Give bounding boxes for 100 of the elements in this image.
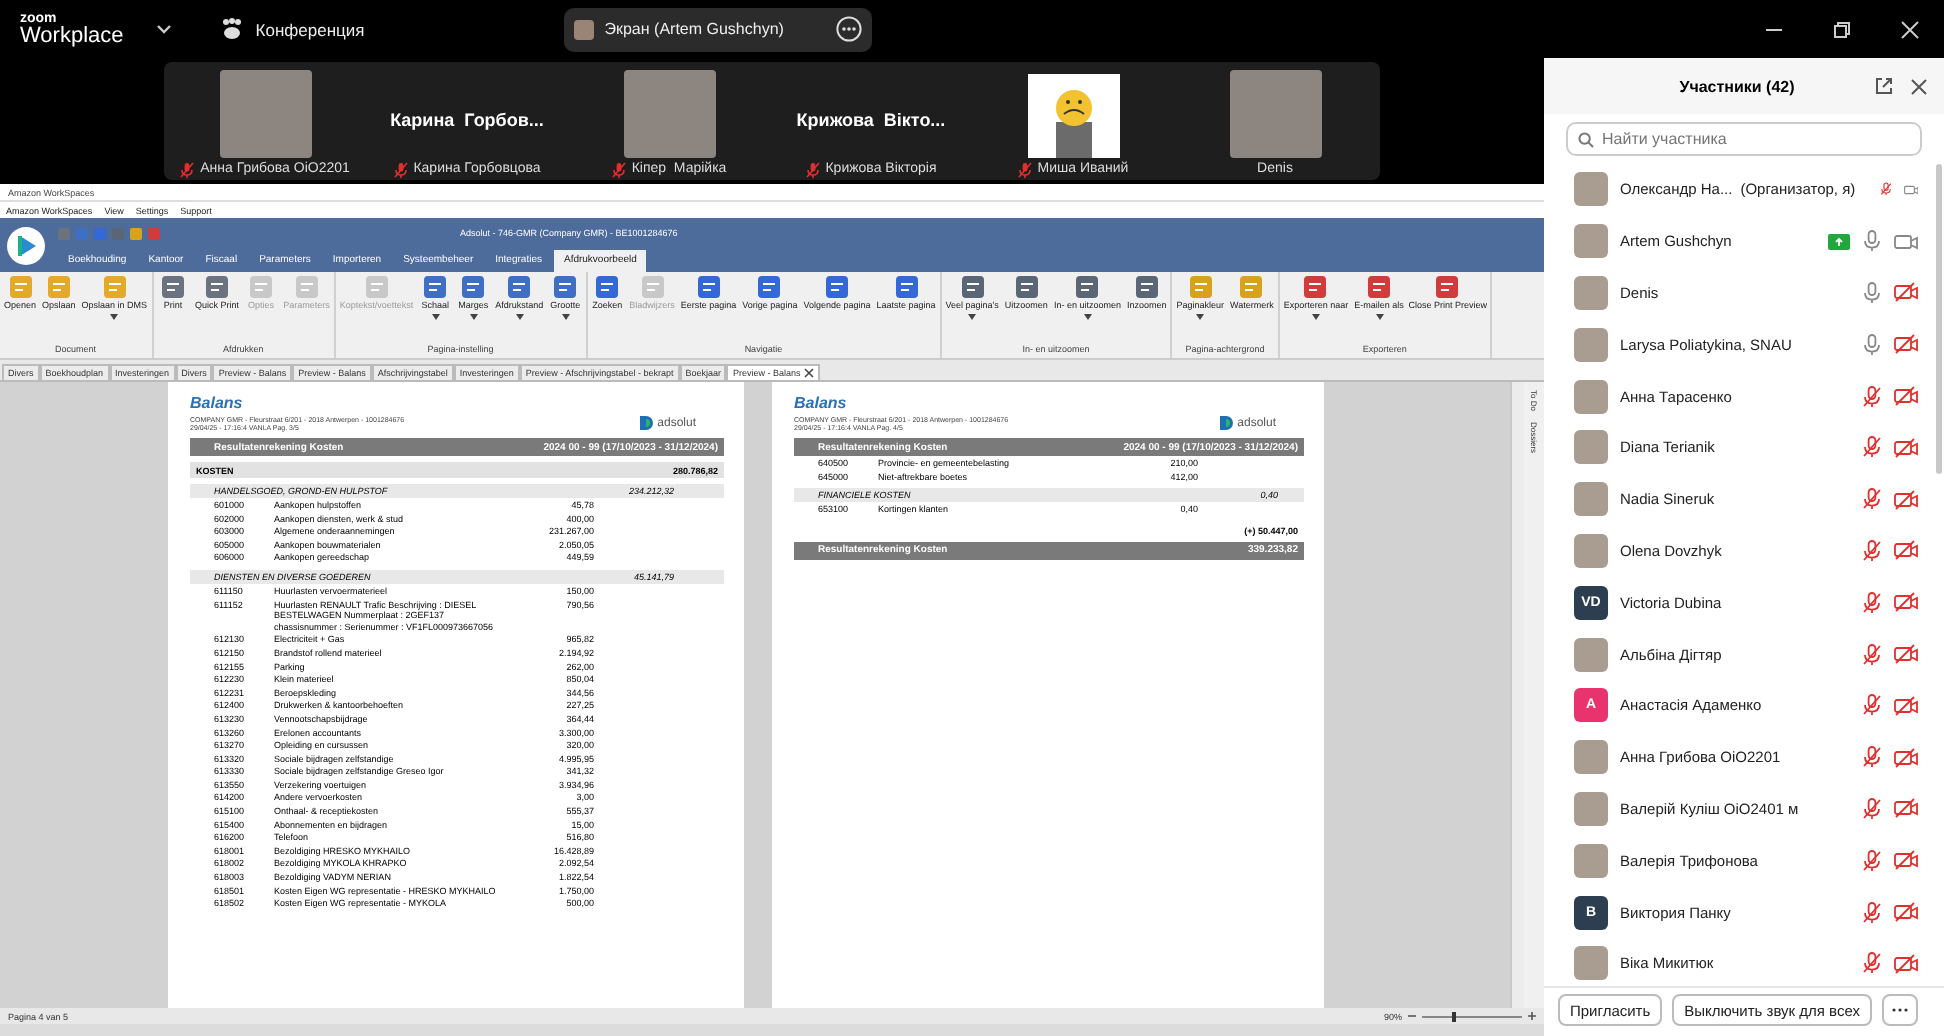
avatar-photo — [1574, 430, 1608, 465]
muted-mic-icon[interactable] — [1862, 797, 1882, 820]
panel-title: Участники (42) — [1677, 77, 1797, 95]
avatar-photo — [1574, 946, 1608, 981]
muted-mic-icon[interactable] — [1862, 901, 1882, 924]
paw-icon — [219, 18, 244, 40]
meeting-label[interactable]: Конференция — [255, 19, 365, 39]
caret-icon — [515, 313, 524, 320]
more-icon[interactable] — [836, 16, 863, 42]
camera-icon[interactable] — [1894, 231, 1918, 252]
restore-icon[interactable] — [1832, 19, 1852, 39]
tool-icon — [1238, 274, 1265, 300]
camera-off-icon[interactable] — [1894, 334, 1918, 355]
brand-name: Workplace — [20, 25, 124, 47]
camera-off-icon[interactable] — [1894, 592, 1918, 613]
close-icon[interactable] — [804, 368, 815, 378]
scrollbar-thumb[interactable] — [1936, 164, 1942, 474]
caret-icon — [1196, 313, 1205, 320]
avatar-photo — [1574, 327, 1608, 362]
caret-icon — [1375, 313, 1383, 320]
muted-mic-icon[interactable] — [1862, 849, 1882, 872]
plus-icon[interactable] — [1528, 1012, 1536, 1020]
muted-mic-icon[interactable] — [1862, 746, 1882, 769]
muted-mic-icon[interactable] — [1862, 436, 1882, 459]
tool-icon — [959, 274, 986, 300]
caret-icon — [1311, 313, 1320, 320]
video-photo-placeholder — [219, 70, 311, 158]
tool-icon — [756, 274, 783, 300]
tool-icon — [1302, 274, 1329, 300]
caret-icon — [1083, 313, 1092, 320]
avatar-photo — [1574, 533, 1608, 568]
camera-off-icon[interactable] — [1894, 282, 1918, 303]
report-title: Balans — [190, 394, 245, 412]
app-logo-icon — [6, 225, 46, 265]
avatar-photo — [1574, 482, 1608, 517]
camera-off-icon[interactable] — [1894, 386, 1918, 407]
mic-icon[interactable] — [1862, 333, 1882, 356]
pop-out-icon[interactable] — [1874, 76, 1894, 96]
tool-icon — [101, 274, 128, 300]
tool-icon — [204, 274, 231, 300]
tool-icon — [594, 274, 621, 300]
muted-mic-icon[interactable] — [1862, 385, 1882, 408]
camera-off-icon[interactable] — [1894, 902, 1918, 923]
caret-icon — [469, 313, 478, 320]
video-photo-placeholder — [623, 70, 715, 158]
scrollbar-track[interactable] — [1510, 382, 1524, 1008]
muted-mic-icon[interactable] — [1862, 952, 1882, 975]
tool-icon — [460, 274, 487, 300]
tool-icon — [823, 274, 850, 300]
minus-icon[interactable] — [1408, 1012, 1416, 1020]
avatar-photo — [1574, 791, 1608, 826]
caret-icon — [561, 313, 570, 320]
camera-off-icon[interactable] — [1894, 953, 1918, 974]
muted-mic-icon[interactable] — [1862, 591, 1882, 614]
muted-mic-icon[interactable] — [1879, 178, 1892, 201]
muted-mic-icon[interactable] — [1862, 694, 1882, 717]
tool-icon — [7, 274, 33, 300]
avatar-photo — [1574, 740, 1608, 775]
avatar-photo — [1574, 637, 1608, 672]
tool-icon — [1434, 274, 1461, 300]
camera-off-icon[interactable] — [1894, 850, 1918, 871]
chevron-down-icon[interactable] — [155, 24, 172, 34]
screen-share-pill[interactable]: Экран (Artem Gushchyn) — [564, 7, 873, 51]
muted-mic-icon[interactable] — [1862, 488, 1882, 511]
participant-title: Крижова Вікто... — [796, 110, 946, 130]
avatar-photo — [1574, 275, 1608, 310]
muted-mic-icon[interactable] — [1862, 643, 1882, 666]
mic-icon[interactable] — [1862, 281, 1882, 304]
avatar-photo — [1574, 843, 1608, 878]
tool-icon — [1074, 274, 1101, 300]
camera-off-icon[interactable] — [1894, 644, 1918, 665]
caret-icon — [431, 313, 440, 320]
camera-off-icon[interactable] — [1894, 747, 1918, 768]
muted-mic-icon[interactable] — [1862, 539, 1882, 562]
camera-off-icon[interactable] — [1894, 540, 1918, 561]
avatar-photo — [1574, 224, 1608, 259]
tool-icon — [45, 274, 72, 300]
tool-icon — [422, 274, 449, 300]
tool-icon — [1133, 274, 1160, 300]
logo-icon — [1217, 414, 1236, 432]
close-icon[interactable] — [1910, 77, 1928, 95]
tool-icon — [1187, 274, 1214, 300]
tool-icon — [160, 274, 187, 300]
avatar-photo — [574, 19, 595, 39]
camera-off-icon[interactable] — [1894, 695, 1918, 716]
camera-off-icon[interactable] — [1894, 489, 1918, 510]
tool-icon — [506, 274, 533, 300]
caret-icon — [110, 313, 119, 320]
mic-icon[interactable] — [1862, 230, 1882, 253]
search-field[interactable]: Найти участника — [1566, 122, 1922, 156]
video-photo-placeholder — [1229, 70, 1321, 158]
camera-off-icon[interactable] — [1894, 437, 1918, 458]
tool-icon — [695, 274, 722, 300]
avatar-photo — [1574, 172, 1608, 207]
cartoon-avatar-drawing — [1027, 74, 1119, 158]
caret-icon — [968, 313, 977, 320]
camera-off-icon[interactable] — [1894, 798, 1918, 819]
tool-icon — [893, 274, 920, 300]
report-title: Balans — [794, 394, 849, 412]
search-icon — [1578, 131, 1594, 147]
